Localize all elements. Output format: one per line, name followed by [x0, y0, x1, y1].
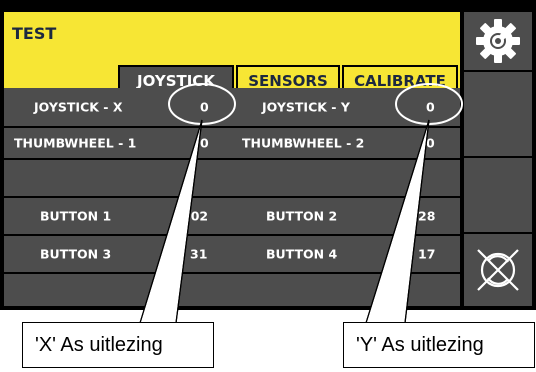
x-axis-callout: 'X' As uitlezing: [22, 322, 214, 368]
annotation-overlay: [139, 83, 463, 324]
y-axis-callout: 'Y' As uitlezing: [343, 322, 535, 368]
y-highlight-ellipse: [395, 83, 463, 125]
x-highlight-ellipse: [168, 83, 236, 125]
